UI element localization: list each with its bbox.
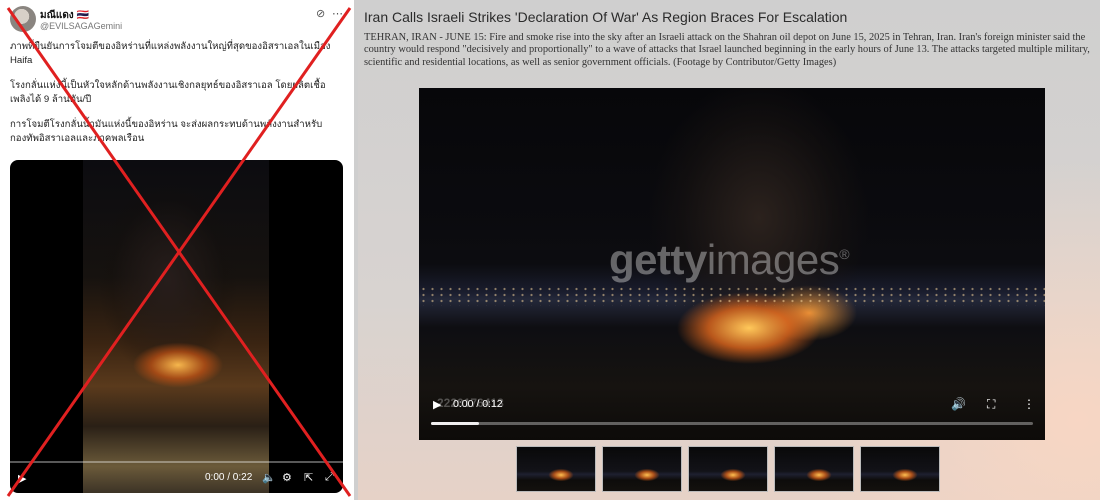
post-paragraph: การโจมตีโรงกลั่นน้ำมันแห่งนี้ของอิหร่าน … <box>10 119 323 144</box>
post-video-player[interactable]: ▶ 0:00 / 0:22 🔈 ⚙ ⇱ ⤢ <box>10 160 343 493</box>
video-thumbnail[interactable] <box>602 446 682 492</box>
video-progress-fill <box>431 422 480 425</box>
user-handle[interactable]: @EVILSAGAGemini <box>40 21 122 31</box>
video-time: 0:00 / 0:12 <box>453 398 503 410</box>
play-icon[interactable]: ▶ <box>433 398 441 411</box>
video-controls: ▶ 0:00 / 0:22 🔈 ⚙ ⇱ ⤢ <box>10 463 343 493</box>
volume-icon[interactable]: 🔊 <box>951 397 966 411</box>
video-thumbnail[interactable] <box>516 446 596 492</box>
post-text: ภาพที่ยืนยันการโจมตีของอิหร่านที่แหล่งพล… <box>10 40 344 157</box>
grok-icon[interactable]: ⊘ <box>316 9 325 20</box>
avatar[interactable] <box>10 6 36 32</box>
getty-watermark: gettyimages® <box>609 236 850 283</box>
share-icon[interactable]: ⇱ <box>304 471 313 484</box>
city-lights <box>419 286 1045 306</box>
video-thumbnail[interactable] <box>688 446 768 492</box>
mute-icon[interactable]: 🔈 <box>262 471 276 484</box>
more-icon[interactable]: ⋯ <box>332 9 343 20</box>
caption: TEHRAN, IRAN - JUNE 15: Fire and smoke r… <box>364 32 1090 68</box>
settings-icon[interactable]: ⚙ <box>282 471 292 484</box>
video-thumbnail[interactable] <box>860 446 940 492</box>
thumbnail-strip <box>516 446 946 492</box>
getty-page: Iran Calls Israeli Strikes 'Declaration … <box>358 0 1100 500</box>
play-icon[interactable]: ▶ <box>18 472 26 485</box>
video-progress-bar[interactable] <box>431 422 1033 425</box>
post-paragraph: ภาพที่ยืนยันการโจมตีของอิหร่านที่แหล่งพล… <box>10 41 331 66</box>
video-time: 0:00 / 0:22 <box>205 472 253 483</box>
getty-video-player[interactable]: gettyimages® 2220176413 ▶ 0:00 / 0:12 🔊 … <box>419 88 1045 440</box>
video-frame <box>83 160 269 493</box>
fullscreen-icon[interactable]: ⛶ <box>987 397 995 412</box>
more-vertical-icon[interactable]: ⋮ <box>1023 397 1035 411</box>
page-title: Iran Calls Israeli Strikes 'Declaration … <box>364 9 848 25</box>
video-thumbnail[interactable] <box>774 446 854 492</box>
post-paragraph: โรงกลั่นแห่งนี้เป็นหัวใจหลักด้านพลังงานเ… <box>10 80 326 105</box>
post-header: มณีแดง 🇹🇭 @EVILSAGAGemini ⊘ ⋯ <box>10 6 348 34</box>
fullscreen-icon[interactable]: ⤢ <box>325 471 334 484</box>
social-post: มณีแดง 🇹🇭 @EVILSAGAGemini ⊘ ⋯ ภาพที่ยืนย… <box>0 0 354 500</box>
